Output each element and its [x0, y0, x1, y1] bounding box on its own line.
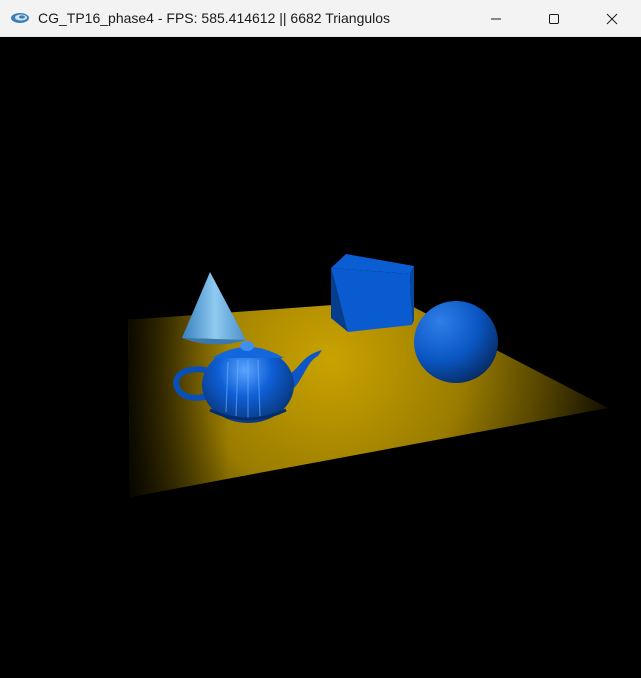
app-window: CG_TP16_phase4 - FPS: 585.414612 || 6682… [0, 0, 641, 678]
minimize-button[interactable] [467, 0, 525, 37]
title-bar[interactable]: CG_TP16_phase4 - FPS: 585.414612 || 6682… [0, 0, 641, 37]
scene-canvas [128, 254, 608, 497]
cube [331, 254, 414, 332]
close-icon [606, 13, 618, 24]
maximize-icon [549, 13, 559, 24]
cone [182, 272, 246, 345]
close-button[interactable] [583, 0, 641, 37]
window-title: CG_TP16_phase4 - FPS: 585.414612 || 6682… [38, 10, 391, 26]
maximize-button[interactable] [525, 0, 583, 37]
minimize-icon [491, 18, 501, 19]
window-controls [467, 0, 641, 37]
app-icon [10, 11, 30, 25]
render-viewport[interactable] [0, 37, 641, 678]
sphere [414, 301, 498, 383]
